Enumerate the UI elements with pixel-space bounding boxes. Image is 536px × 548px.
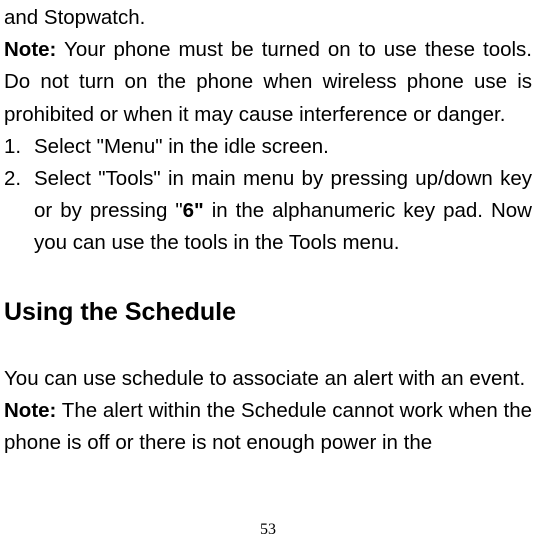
note-body: The alert within the Schedule cannot wor… — [4, 399, 532, 454]
note-label: Note: — [4, 38, 56, 61]
section-heading: Using the Schedule — [4, 293, 532, 332]
list-item: 1.Select "Menu" in the idle screen. — [4, 131, 532, 163]
note-schedule: Note: The alert within the Schedule cann… — [4, 395, 532, 459]
steps-list: 1.Select "Menu" in the idle screen.2.Sel… — [4, 131, 532, 260]
list-item: 2.Select "Tools" in main menu by pressin… — [4, 163, 532, 260]
list-number: 1. — [4, 131, 34, 163]
schedule-intro: You can use schedule to associate an ale… — [4, 363, 532, 395]
list-body: Select "Menu" in the idle screen. — [34, 131, 532, 163]
list-number: 2. — [4, 163, 34, 260]
note-label: Note: — [4, 399, 56, 422]
note-body: Your phone must be turned on to use thes… — [4, 38, 532, 125]
intro-line: and Stopwatch. — [4, 2, 532, 34]
list-body: Select "Tools" in main menu by pressing … — [34, 163, 532, 260]
key-label: 6" — [183, 199, 204, 222]
note-tools: Note: Your phone must be turned on to us… — [4, 34, 532, 131]
page-number: 53 — [0, 517, 536, 542]
